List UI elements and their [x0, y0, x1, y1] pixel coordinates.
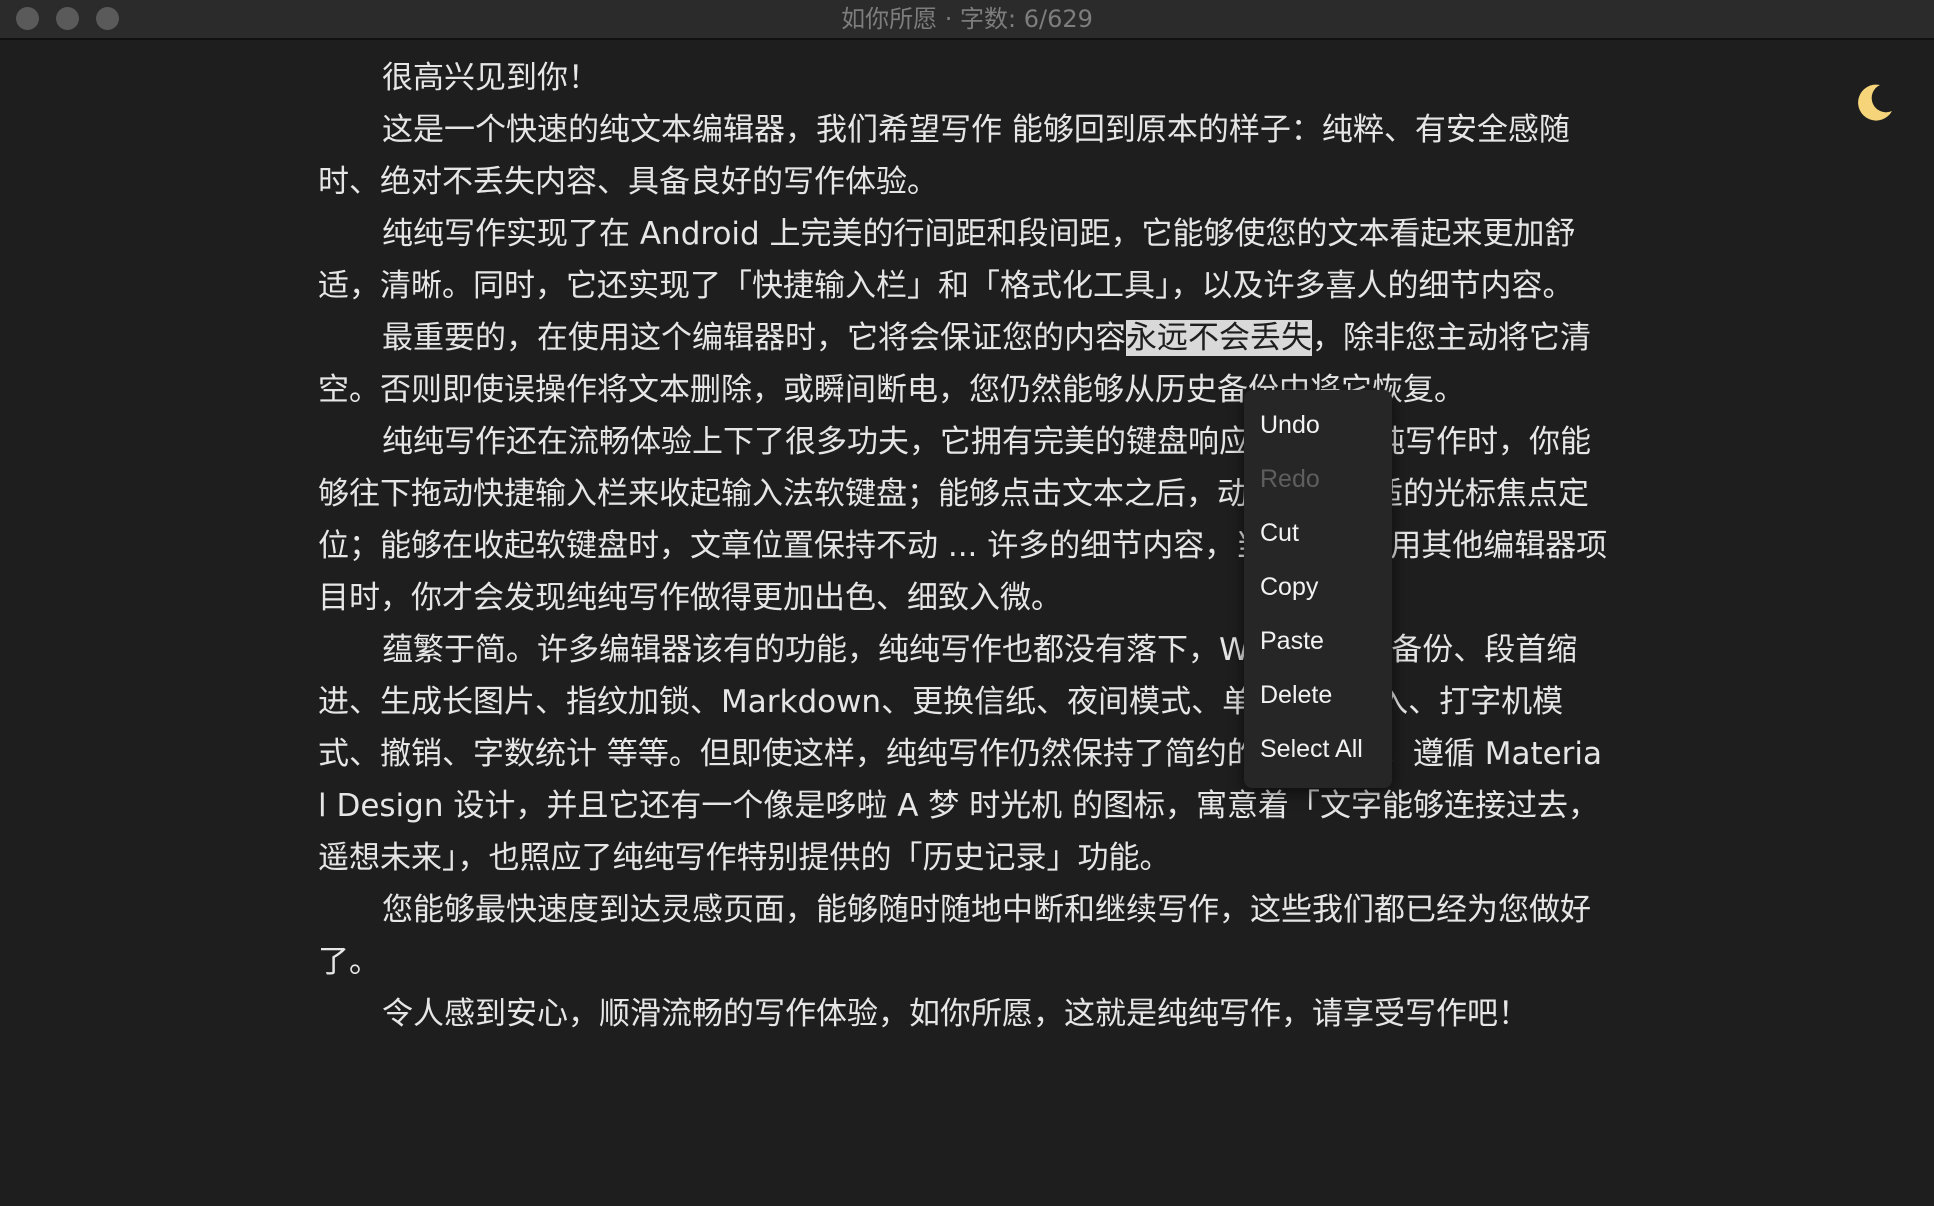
app-window: 如你所愿 · 字数: 6/629 很高兴见到你！ 这是一个快速的纯文本编辑器，我…: [0, 0, 1934, 1206]
paragraph[interactable]: 您能够最快速度到达灵感页面，能够随时随地中断和继续写作，这些我们都已经为您做好了…: [318, 884, 1608, 988]
window-title: 如你所愿 · 字数: 6/629: [841, 5, 1093, 33]
menu-item-delete[interactable]: Delete: [1244, 668, 1392, 722]
menu-item-paste[interactable]: Paste: [1244, 614, 1392, 668]
title-bar[interactable]: 如你所愿 · 字数: 6/629: [0, 0, 1934, 40]
paragraph-text: 最重要的，在使用这个编辑器时，它将会保证您的内容: [382, 320, 1126, 356]
menu-item-redo: Redo: [1260, 465, 1320, 493]
paragraph[interactable]: 很高兴见到你！: [318, 52, 1608, 104]
paragraph[interactable]: 这是一个快速的纯文本编辑器，我们希望写作 能够回到原本的样子：纯粹、有安全感随时…: [318, 104, 1608, 208]
menu-item-select-all[interactable]: Select All: [1244, 722, 1392, 776]
paragraph[interactable]: 纯纯写作还在流畅体验上下了很多功夫，它拥有完美的键盘响应，使用纯纯写作时，你能够…: [318, 416, 1608, 624]
paragraph-text: 纯纯写作还在流畅体验上下了很多功夫，它拥有完美的键盘响应，使用纯纯写作时，你能够…: [318, 424, 1608, 616]
moon-icon[interactable]: [1852, 80, 1896, 124]
menu-item-undo[interactable]: Undo: [1244, 398, 1392, 452]
paragraph-text: 这是一个快速的纯文本编辑器，我们希望写作 能够回到原本的样子：纯粹、有安全感随时…: [318, 112, 1570, 200]
text-editor[interactable]: 很高兴见到你！ 这是一个快速的纯文本编辑器，我们希望写作 能够回到原本的样子：纯…: [318, 52, 1608, 1040]
paragraph[interactable]: 纯纯写作实现了在 Android 上完美的行间距和段间距，它能够使您的文本看起来…: [318, 208, 1608, 312]
paragraph[interactable]: 令人感到安心，顺滑流畅的写作体验，如你所愿，这就是纯纯写作，请享受写作吧！: [318, 988, 1608, 1040]
selected-text[interactable]: 永远不会丢失: [1126, 320, 1312, 356]
paragraph[interactable]: 最重要的，在使用这个编辑器时，它将会保证您的内容永远不会丢失，除非您主动将它清空…: [318, 312, 1608, 416]
menu-item-cut[interactable]: Cut: [1244, 506, 1392, 560]
paragraph-text: 蕴繁于简。许多编辑器该有的功能，纯纯写作也都没有落下，WebDAV 云备份、段首…: [318, 632, 1603, 876]
context-menu: Undo Redo Cut Copy Paste Delete Select A…: [1244, 390, 1392, 788]
paragraph-text: 您能够最快速度到达灵感页面，能够随时随地中断和继续写作，这些我们都已经为您做好了…: [318, 892, 1591, 980]
paragraph-text: 令人感到安心，顺滑流畅的写作体验，如你所愿，这就是纯纯写作，请享受写作吧！: [382, 996, 1529, 1032]
moon-icon-graphic: [1858, 84, 1892, 121]
menu-item-copy[interactable]: Copy: [1244, 560, 1392, 614]
paragraph-text: 很高兴见到你！: [382, 60, 599, 96]
paragraph-text: 纯纯写作实现了在 Android 上完美的行间距和段间距，它能够使您的文本看起来…: [318, 216, 1576, 304]
paragraph[interactable]: 蕴繁于简。许多编辑器该有的功能，纯纯写作也都没有落下，WebDAV 云备份、段首…: [318, 624, 1608, 884]
